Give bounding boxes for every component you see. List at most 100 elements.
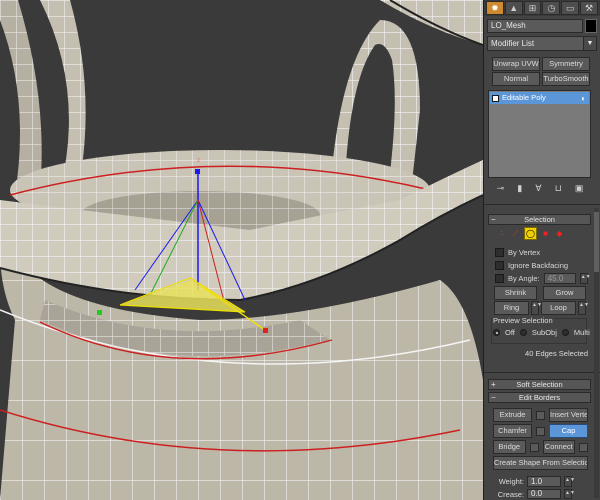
crease-row: Crease: 0.0 ▲▼	[496, 489, 575, 499]
preview-multi-radio[interactable]	[561, 329, 569, 336]
pin-stack-icon[interactable]: ⊸	[497, 183, 505, 194]
remove-modifier-icon[interactable]: ⊔	[555, 183, 562, 194]
chamfer-settings-button[interactable]	[536, 426, 545, 436]
preview-selection-radios: Off SubObj Multi	[493, 328, 590, 337]
extrude-button[interactable]: Extrude	[493, 408, 532, 422]
svg-text:z: z	[197, 158, 200, 164]
display-tab[interactable]: ▭	[561, 1, 580, 15]
utilities-tab[interactable]: ⚒	[580, 1, 598, 15]
configure-sets-icon[interactable]: ▣	[575, 183, 584, 194]
checkbox-box[interactable]	[495, 261, 504, 270]
soft-selection-rollout-header[interactable]: + Soft Selection	[488, 379, 591, 390]
stack-item-editable-poly[interactable]: Editable Poly ◐	[490, 92, 589, 104]
display-icon: ▭	[565, 2, 575, 13]
by-vertex-label: By Vertex	[508, 248, 541, 257]
command-panel-tabs: ✹ ▲ ⊞ ◷ ▭ ⚒	[484, 0, 600, 16]
chamfer-button[interactable]: Chamfer	[493, 424, 532, 438]
normal-button[interactable]: Normal	[492, 72, 540, 86]
selection-status: 40 Edges Selected	[525, 349, 588, 358]
by-angle-label: By Angle:	[508, 274, 540, 283]
unwrap-uvw-button[interactable]: Unwrap UVW	[492, 57, 540, 71]
ignore-backfacing-label: Ignore Backfacing	[508, 261, 569, 270]
ignore-backfacing-checkbox[interactable]: Ignore Backfacing	[495, 261, 568, 270]
loop-button[interactable]: Loop	[541, 301, 576, 315]
cap-button[interactable]: Cap	[549, 424, 588, 438]
crease-label: Crease:	[497, 489, 524, 499]
modify-tab[interactable]: ▲	[504, 1, 523, 15]
preview-off-label: Off	[505, 328, 515, 337]
create-shape-button[interactable]: Create Shape From Selection	[493, 456, 588, 470]
preview-subobj-label: SubObj	[531, 328, 557, 337]
shape-icon: ▲	[509, 3, 519, 13]
viewport[interactable]: z	[0, 0, 483, 500]
show-end-result-icon[interactable]: ▮	[517, 183, 522, 194]
motion-icon: ◷	[547, 2, 556, 13]
edit-borders-rollout-header[interactable]: − Edit Borders	[488, 392, 591, 403]
object-name-field[interactable]: LO_Mesh	[487, 19, 583, 33]
selection-rollout-title: Selection	[524, 215, 555, 224]
by-angle-input[interactable]: 45.0	[543, 273, 576, 284]
divider	[484, 372, 600, 373]
by-angle-spinner[interactable]: ▲▼	[579, 273, 591, 284]
modifier-list-label: Modifier List	[491, 39, 535, 48]
extrude-settings-button[interactable]	[536, 410, 545, 420]
create-tab[interactable]: ✹	[486, 1, 504, 15]
command-panel: ✹ ▲ ⊞ ◷ ▭ ⚒ LO_Mesh Modifier List ▼ Unwr…	[483, 0, 600, 500]
preview-multi-label: Multi	[573, 328, 590, 337]
edit-borders-title: Edit Borders	[518, 393, 561, 402]
divider	[484, 204, 600, 205]
weight-label: Weight:	[498, 477, 524, 486]
grow-button[interactable]: Grow	[543, 286, 586, 300]
insert-vertex-button[interactable]: Insert Vertex	[549, 408, 588, 422]
motion-tab[interactable]: ◷	[542, 1, 561, 15]
element-mode-icon[interactable]: ◆	[554, 228, 565, 239]
checkbox-box[interactable]	[495, 248, 504, 257]
weight-spinner[interactable]: ▲▼	[564, 476, 575, 487]
preview-off-radio[interactable]	[493, 329, 500, 336]
crease-spinner[interactable]: ▲▼	[564, 489, 575, 499]
lightbulb-icon[interactable]: ◐	[581, 93, 586, 105]
symmetry-button[interactable]: Symmetry	[542, 57, 590, 71]
turbosmooth-button[interactable]: TurboSmooth	[542, 72, 590, 86]
by-angle-checkbox[interactable]: By Angle: 45.0 ▲▼	[495, 273, 591, 284]
connect-button[interactable]: Connect	[542, 440, 575, 454]
vertex-mode-icon[interactable]: ∴	[496, 228, 507, 239]
object-color-swatch[interactable]	[585, 19, 597, 33]
loop-spinner[interactable]: ▲▼	[578, 301, 589, 315]
preview-selection-title: Preview Selection	[492, 316, 554, 325]
connect-settings-button[interactable]	[579, 442, 588, 452]
collapse-icon: −	[491, 393, 496, 402]
selection-rollout-header[interactable]: − Selection	[488, 214, 591, 225]
stack-item-label: Editable Poly	[502, 93, 546, 102]
hierarchy-icon: ⊞	[528, 2, 537, 13]
shrink-button[interactable]: Shrink	[494, 286, 537, 300]
by-vertex-checkbox[interactable]: By Vertex	[495, 248, 540, 257]
expand-icon: +	[491, 380, 496, 389]
make-unique-icon[interactable]: ∀	[535, 183, 541, 194]
preview-subobj-radio[interactable]	[519, 329, 527, 336]
collapse-icon: −	[491, 215, 496, 224]
polygon-mode-icon[interactable]: ■	[540, 228, 551, 239]
scrollbar-thumb[interactable]	[594, 212, 599, 272]
crease-input[interactable]: 0.0	[527, 489, 561, 499]
ring-spinner[interactable]: ▲▼	[531, 301, 542, 315]
weight-input[interactable]: 1.0	[527, 476, 561, 487]
subobject-level-icons: ∴ ⟋ ◯ ■ ◆	[496, 227, 565, 240]
expand-icon[interactable]	[492, 94, 499, 102]
stack-toolbar: ⊸ ▮ ∀ ⊔ ▣	[490, 181, 590, 195]
border-mode-icon[interactable]: ◯	[524, 227, 537, 240]
sun-icon: ✹	[491, 2, 499, 13]
command-panel-scrollbar[interactable]	[594, 208, 599, 498]
modifier-stack[interactable]: Editable Poly ◐	[488, 90, 591, 178]
modifier-list-dropdown[interactable]: Modifier List ▼	[487, 36, 597, 51]
bridge-button[interactable]: Bridge	[493, 440, 526, 454]
weight-row: Weight: 1.0 ▲▼	[496, 476, 575, 487]
chevron-down-icon: ▼	[583, 37, 596, 50]
soft-selection-title: Soft Selection	[516, 380, 563, 389]
checkbox-box[interactable]	[495, 274, 504, 283]
edge-mode-icon[interactable]: ⟋	[510, 228, 521, 239]
bridge-settings-button[interactable]	[529, 442, 539, 452]
utilities-icon: ⚒	[585, 2, 594, 13]
hierarchy-tab[interactable]: ⊞	[523, 1, 542, 15]
ring-button[interactable]: Ring	[494, 301, 529, 315]
